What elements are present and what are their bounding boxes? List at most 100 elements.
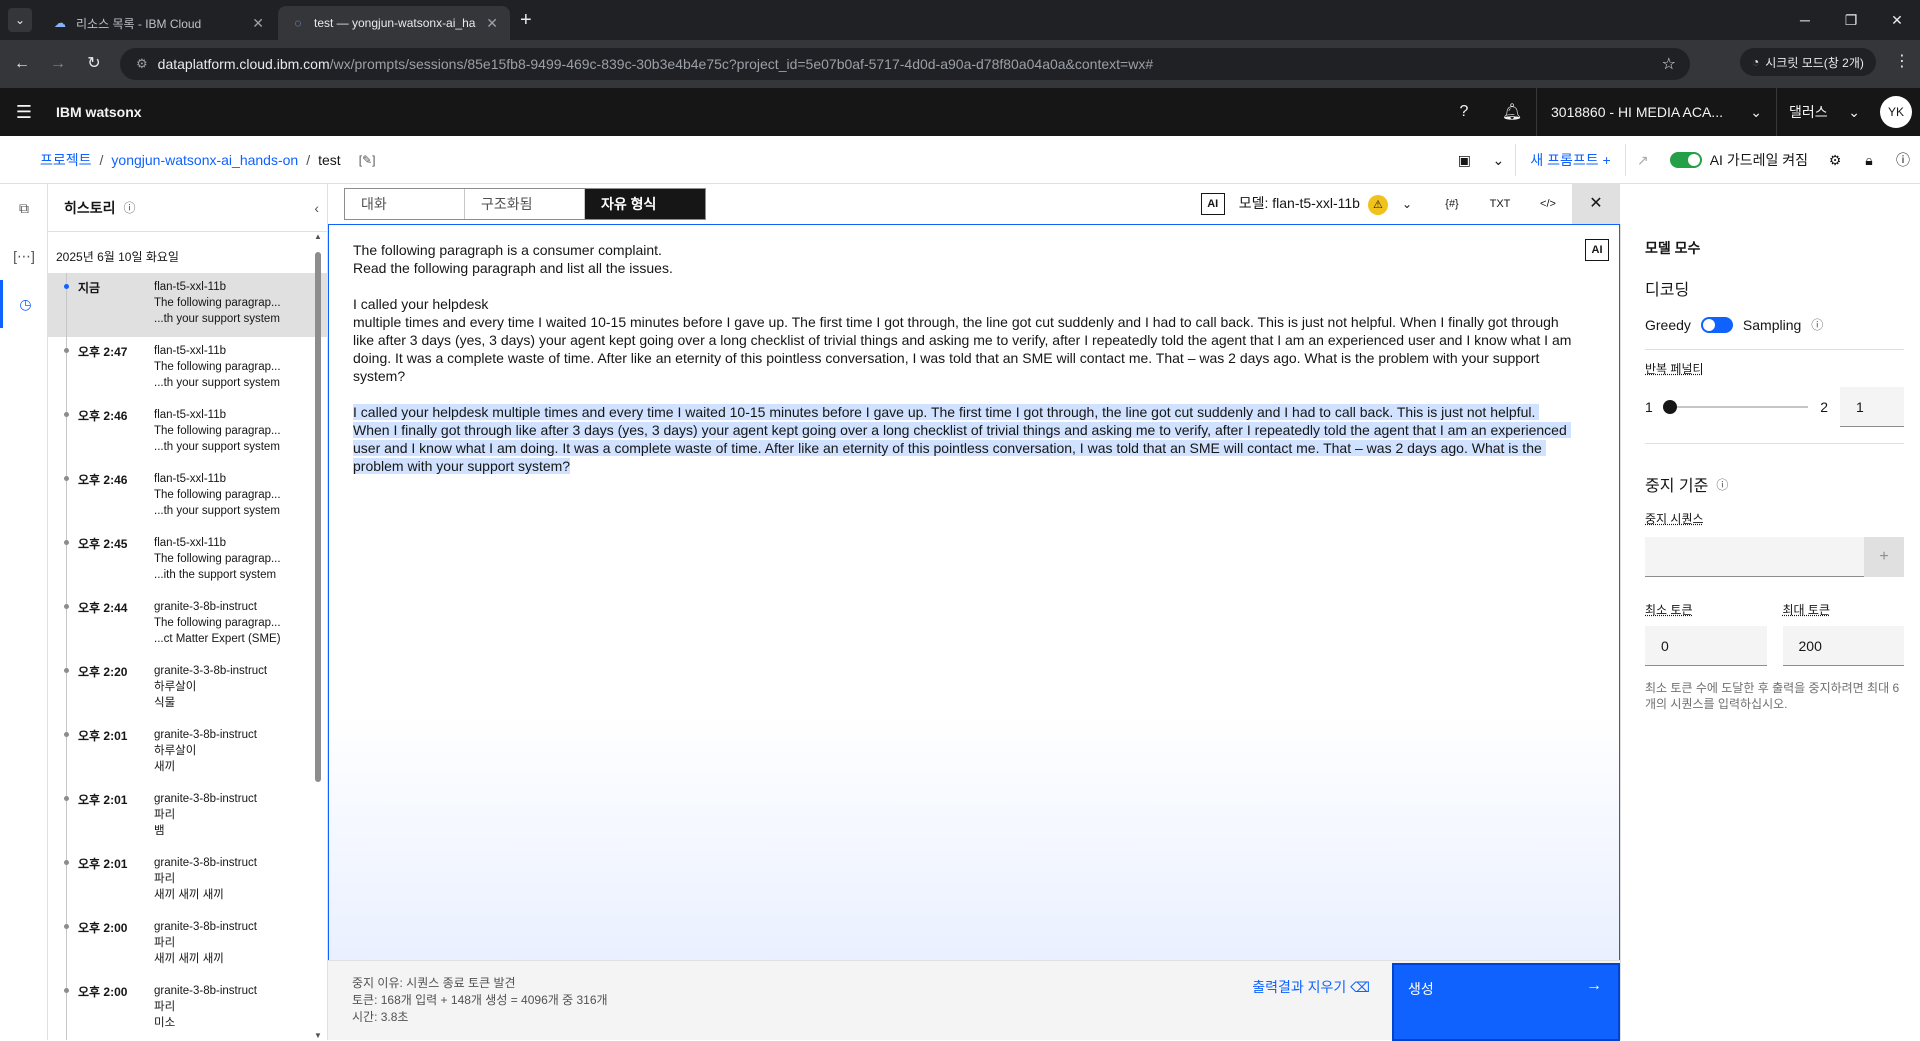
ai-guardrails-toggle[interactable]: AI 가드레일 켜짐 [1660, 150, 1818, 170]
helper-text: 최소 토큰 수에 도달한 후 출력을 중지하려면 최대 6개의 시퀀스를 입력하… [1645, 681, 1900, 711]
close-window-icon[interactable]: ✕ [1874, 0, 1920, 40]
history-model: granite-3-8b-instruct [154, 921, 257, 933]
history-summary: granite-3-8b-instruct 파리 새끼 새끼 새끼 [154, 919, 304, 977]
history-line: 새끼 [154, 761, 176, 773]
restore-icon[interactable]: ❐ [1828, 0, 1874, 40]
breadcrumb-project-name[interactable]: yongjun-watsonx-ai_hands-on [111, 152, 298, 168]
info-icon[interactable]: ⓘ [1811, 316, 1823, 333]
decoding-toggle[interactable] [1700, 316, 1733, 333]
history-line: The following paragrap... [154, 425, 281, 437]
notification-bell-icon[interactable]: 🔔︎ [1488, 102, 1536, 122]
breadcrumb-projects[interactable]: 프로젝트 [40, 150, 92, 170]
history-time: 오후 2:01 [78, 857, 128, 871]
url-domain: dataplatform.cloud.ibm.com [157, 56, 330, 72]
history-item[interactable]: 오후 2:46 flan-t5-xxl-11b The following para… [48, 401, 327, 465]
history-scrollbar[interactable]: ▲ ▼ [313, 232, 323, 1040]
minimize-icon[interactable]: ─ [1782, 0, 1828, 40]
repetition-penalty-input[interactable]: 1 [1840, 387, 1904, 427]
url-field[interactable]: ⚙ dataplatform.cloud.ibm.com/wx/prompts/… [120, 48, 1690, 80]
new-prompt-button[interactable]: 새 프롬프트 + [1515, 144, 1626, 176]
site-info-icon[interactable]: ⚙ [136, 56, 148, 72]
incognito-badge[interactable]: ◔ 시크릿 모드(창 2개) [1740, 48, 1876, 76]
slider-handle[interactable] [1662, 400, 1677, 414]
tab-structured[interactable]: 구조화됨 [465, 189, 585, 219]
history-line: The following paragrap... [154, 297, 281, 309]
stop-sequence-input[interactable] [1645, 537, 1864, 577]
add-sequence-icon[interactable]: + [1864, 537, 1904, 577]
history-item[interactable]: 오후 2:00 granite-3-8b-instruct 파리 새끼 새끼 새끼 [48, 913, 327, 977]
info-icon[interactable]: ⓘ [1886, 150, 1920, 170]
lock-icon[interactable]: 🔒︎ [1852, 152, 1886, 169]
history-item[interactable]: 오후 2:01 granite-3-8b-instruct 파리 새끼 새끼 새끼 [48, 849, 327, 913]
history-line: ...th your support system [154, 505, 280, 517]
close-tab-icon[interactable]: ✕ [486, 15, 498, 32]
history-item[interactable]: 오후 2:20 granite-3-3-8b-instruct 하루살이 식물 [48, 657, 327, 721]
browser-menu-icon[interactable]: ⋮ [1894, 48, 1910, 76]
hamburger-menu-icon[interactable]: ☰ [0, 102, 48, 123]
history-item[interactable]: 오후 2:01 granite-3-8b-instruct 파리 뱀 [48, 785, 327, 849]
history-item[interactable]: 오후 2:44 granite-3-8b-instruct The followin… [48, 593, 327, 657]
slider-track[interactable] [1662, 400, 1809, 414]
reload-icon[interactable]: ↻ [80, 50, 108, 78]
max-tokens-input[interactable]: 200 [1782, 626, 1904, 666]
forward-icon[interactable]: → [44, 50, 72, 78]
variables-icon[interactable]: [⋯] [0, 232, 48, 280]
info-icon[interactable]: ⓘ [124, 199, 136, 216]
guardrail-switch[interactable] [1669, 152, 1702, 168]
min-tokens-input[interactable]: 0 [1645, 626, 1767, 666]
sampling-label: Sampling [1742, 316, 1802, 333]
new-tab-icon[interactable]: + [520, 8, 532, 32]
timeline-line [66, 785, 67, 849]
history-clock-icon[interactable]: ◷ [0, 280, 48, 328]
tab-search-icon[interactable]: ⌄ [8, 8, 32, 32]
history-line: The following paragrap... [154, 617, 281, 629]
timeline-dot [64, 540, 69, 545]
region-label: 댈러스 [1789, 104, 1828, 120]
warning-icon[interactable]: ⚠ [1367, 195, 1388, 215]
account-switcher[interactable]: 3018860 - HI MEDIA ACA... ⌄ [1536, 88, 1776, 136]
prompt-editor[interactable]: AI The following paragraph is a consumer… [328, 224, 1620, 1040]
timeline-line [66, 593, 67, 657]
tab-freeform[interactable]: 자유 형식 [585, 189, 705, 219]
history-summary: flan-t5-xxl-11b The following paragrap...… [154, 279, 304, 337]
txt-view-icon[interactable]: TXT [1476, 198, 1524, 210]
history-summary: granite-3-8b-instruct 파리 새끼 새끼 새끼 [154, 855, 304, 913]
history-item[interactable]: 오후 2:47 flan-t5-xxl-11b The following para… [48, 337, 327, 401]
prompt-text[interactable]: The following paragraph is a consumer co… [353, 241, 1573, 475]
tab-chat[interactable]: 대화 [345, 189, 465, 219]
history-item[interactable]: 지금 flan-t5-xxl-11b The following paragrap.… [48, 273, 327, 337]
close-tab-icon[interactable]: ✕ [252, 15, 264, 32]
sample-prompts-icon[interactable]: ⧉ [0, 184, 48, 232]
history-list: 지금 flan-t5-xxl-11b The following paragrap.… [48, 273, 327, 1040]
guardrail-settings-gear-icon[interactable]: ⚙ [1818, 152, 1852, 169]
generate-button[interactable]: 생성 → [1392, 963, 1620, 1041]
edit-details-icon[interactable]: [✎] [359, 153, 376, 167]
evaluate-chart-icon[interactable]: ↗ [1626, 152, 1660, 169]
browser-tab-watsonx[interactable]: ◌ test — yongjun-watsonx-ai_ha ✕ [278, 6, 510, 40]
info-icon[interactable]: ⓘ [1716, 476, 1728, 493]
scroll-thumb[interactable] [315, 252, 321, 782]
history-item[interactable]: 오후 2:00 granite-3-8b-instruct 파리 미소 [48, 977, 327, 1040]
clear-output-button[interactable]: 출력결과 지우기 ⌫ [1252, 977, 1370, 997]
close-parameters-icon[interactable]: ✕ [1572, 184, 1620, 224]
stop-criteria-heading: 중지 기준 ⓘ [1645, 472, 1904, 496]
browser-tab-ibm-cloud[interactable]: ☁ 리소스 목록 - IBM Cloud ✕ [40, 6, 276, 40]
help-icon[interactable]: ? [1440, 103, 1488, 121]
model-selector[interactable]: 모델: flan-t5-xxl-11b ⚠ ⌄ [1239, 193, 1412, 215]
region-switcher[interactable]: 댈러스 ⌄ [1776, 88, 1872, 136]
brand-name[interactable]: IBM watsonx [56, 104, 142, 120]
collapse-chevron-left-icon[interactable]: ‹ [314, 200, 319, 216]
avatar[interactable]: YK [1880, 96, 1912, 128]
scroll-up-icon[interactable]: ▲ [313, 232, 323, 241]
back-icon[interactable]: ← [8, 50, 36, 78]
code-view-icon[interactable]: </> [1524, 198, 1572, 210]
history-item[interactable]: 오후 2:45 flan-t5-xxl-11b The following para… [48, 529, 327, 593]
save-icon[interactable]: ▣ [1447, 152, 1481, 169]
variables-format-icon[interactable]: {#} [1428, 198, 1476, 210]
guardrail-label: AI 가드레일 켜짐 [1709, 152, 1808, 168]
history-item[interactable]: 오후 2:01 granite-3-8b-instruct 하루살이 새끼 [48, 721, 327, 785]
scroll-down-icon[interactable]: ▼ [313, 1031, 323, 1040]
history-item[interactable]: 오후 2:46 flan-t5-xxl-11b The following para… [48, 465, 327, 529]
save-menu-chevron-icon[interactable]: ⌄ [1481, 152, 1515, 169]
bookmark-star-icon[interactable]: ☆ [1662, 54, 1676, 74]
